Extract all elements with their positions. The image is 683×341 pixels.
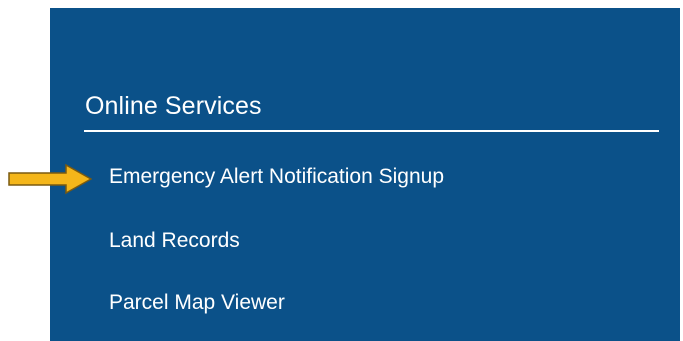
link-parcel-map-viewer[interactable]: Parcel Map Viewer (109, 291, 285, 315)
heading-divider (84, 130, 659, 132)
arrow-right-icon (8, 163, 92, 195)
link-land-records[interactable]: Land Records (109, 229, 240, 253)
panel-heading: Online Services (85, 92, 262, 120)
page: Online Services Emergency Alert Notifica… (0, 0, 683, 341)
link-emergency-alert-signup[interactable]: Emergency Alert Notification Signup (109, 165, 444, 189)
online-services-panel: Online Services Emergency Alert Notifica… (50, 8, 680, 341)
